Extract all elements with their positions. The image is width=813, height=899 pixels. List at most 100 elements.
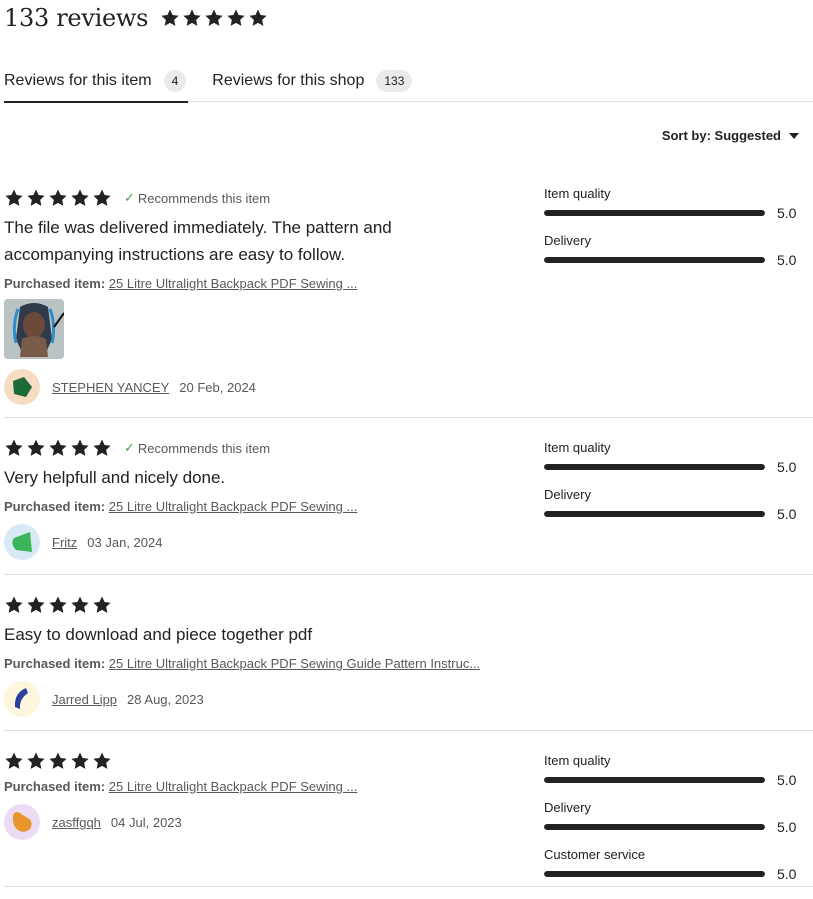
- reviewer-name-link[interactable]: Fritz: [52, 535, 77, 550]
- avatar[interactable]: [4, 369, 40, 405]
- star-icon: [4, 188, 24, 208]
- review-item: Purchased item: 25 Litre Ultralight Back…: [4, 731, 813, 887]
- rating-bar-fill: [544, 464, 765, 470]
- purchased-label: Purchased item:: [4, 499, 106, 514]
- star-icon: [4, 595, 24, 615]
- rating-row: Delivery 5.0: [544, 800, 800, 835]
- star-icon: [70, 595, 90, 615]
- review-item: ✓ Recommends this item Very helpfull and n…: [4, 418, 813, 575]
- purchased-item: Purchased item: 25 Litre Ultralight Back…: [4, 276, 524, 291]
- reviews-tabs: Reviews for this item 4 Reviews for this…: [4, 60, 813, 103]
- sort-dropdown[interactable]: Sort by: Suggested: [662, 128, 799, 143]
- reviewer: Jarred Lipp 28 Aug, 2023: [4, 681, 524, 717]
- star-icon: [182, 8, 202, 28]
- reviewer-name-link[interactable]: Jarred Lipp: [52, 692, 117, 707]
- rating-bar-row: 5.0: [544, 459, 800, 475]
- star-icon: [92, 438, 112, 458]
- reviewer: STEPHEN YANCEY 20 Feb, 2024: [4, 369, 524, 405]
- star-icon: [70, 751, 90, 771]
- rating-value: 5.0: [777, 459, 797, 475]
- tab-reviews-for-item[interactable]: Reviews for this item 4: [4, 60, 189, 103]
- recommends-badge: ✓ Recommends this item: [124, 190, 270, 206]
- rating-row: Delivery 5.0: [544, 487, 800, 522]
- rating-row: Customer service 5.0: [544, 847, 800, 882]
- sort-label: Sort by: Suggested: [661, 128, 781, 143]
- reviewer-name-link[interactable]: STEPHEN YANCEY: [52, 380, 169, 395]
- avatar[interactable]: [4, 524, 40, 560]
- purchased-item-link[interactable]: 25 Litre Ultralight Backpack PDF Sewing …: [109, 779, 358, 794]
- purchased-item: Purchased item: 25 Litre Ultralight Back…: [4, 656, 524, 671]
- review-text: The file was delivered immediately. The …: [4, 218, 392, 264]
- purchased-item-link[interactable]: 25 Litre Ultralight Backpack PDF Sewing …: [109, 656, 480, 671]
- recommends-label: Recommends this item: [137, 190, 271, 206]
- rating-row: Item quality 5.0: [544, 753, 800, 788]
- star-icon: [70, 188, 90, 208]
- rating-row: Delivery 5.0: [544, 233, 800, 268]
- avatar[interactable]: [4, 804, 40, 840]
- rating-bar-row: 5.0: [544, 819, 800, 835]
- star-icon: [204, 8, 224, 28]
- purchased-item-link[interactable]: 25 Litre Ultralight Backpack PDF Sewing …: [109, 499, 358, 514]
- rating-bar: [544, 824, 765, 830]
- purchased-label: Purchased item:: [4, 656, 106, 671]
- rating-bar-fill: [544, 210, 765, 216]
- purchased-item-link[interactable]: 25 Litre Ultralight Backpack PDF Sewing …: [109, 276, 358, 291]
- review-body: ✓ Recommends this item The file was delive…: [4, 188, 524, 405]
- star-icon: [248, 8, 268, 28]
- star-icon: [26, 438, 46, 458]
- overall-rating-stars: [160, 8, 268, 28]
- rating-row: Item quality 5.0: [544, 440, 800, 475]
- review-item: ✓ Recommends this item The file was delive…: [4, 168, 813, 418]
- tab-count-badge: 133: [376, 70, 413, 92]
- tab-label: Reviews for this shop: [212, 72, 365, 89]
- review-stars: ✓ Recommends this item: [4, 188, 524, 208]
- rating-value: 5.0: [777, 772, 797, 788]
- reviewer-name-link[interactable]: zasffgqh: [52, 815, 101, 830]
- review-text: Very helpfull and nicely done.: [4, 468, 226, 487]
- avatar[interactable]: [4, 681, 40, 717]
- rating-value: 5.0: [777, 819, 797, 835]
- star-icon: [26, 595, 46, 615]
- rating-breakdown: Item quality 5.0 Delivery 5.0 Customer servi…: [544, 753, 800, 894]
- caret-down-icon: [789, 132, 799, 139]
- rating-label: Item quality: [544, 753, 611, 768]
- rating-label: Delivery: [544, 233, 591, 248]
- check-icon: ✓: [124, 440, 135, 455]
- rating-bar-fill: [544, 824, 765, 830]
- rating-bar-row: 5.0: [544, 506, 800, 522]
- rating-bar: [544, 210, 765, 216]
- review-body: Purchased item: 25 Litre Ultralight Back…: [4, 751, 524, 840]
- rating-breakdown: Item quality 5.0 Delivery 5.0: [544, 440, 800, 534]
- review-date: 03 Jan, 2024: [87, 534, 163, 550]
- recommends-badge: ✓ Recommends this item: [124, 440, 270, 456]
- star-icon: [26, 751, 46, 771]
- tab-count-badge: 4: [163, 70, 187, 92]
- rating-bar-fill: [544, 871, 765, 877]
- star-icon: [92, 751, 112, 771]
- rating-bar: [544, 257, 765, 263]
- star-icon: [160, 8, 180, 28]
- rating-bar-row: 5.0: [544, 772, 800, 788]
- purchased-label: Purchased item:: [4, 779, 106, 794]
- rating-value: 5.0: [777, 205, 797, 221]
- review-body: Easy to download and piece together pdf P…: [4, 595, 524, 717]
- recommends-label: Recommends this item: [137, 440, 271, 456]
- rating-value: 5.0: [777, 252, 797, 268]
- review-stars: [4, 751, 524, 771]
- rating-bar-fill: [544, 257, 765, 263]
- review-text: Easy to download and piece together pdf: [4, 625, 313, 644]
- rating-value: 5.0: [777, 506, 797, 522]
- rating-bar-fill: [544, 511, 765, 517]
- purchased-label: Purchased item:: [4, 276, 106, 291]
- rating-bar-row: 5.0: [544, 252, 800, 268]
- rating-label: Delivery: [544, 800, 591, 815]
- review-stars: [4, 595, 524, 615]
- tab-label: Reviews for this item: [4, 72, 152, 89]
- review-photo[interactable]: [4, 299, 64, 359]
- review-item: Easy to download and piece together pdf P…: [4, 575, 813, 731]
- purchased-item: Purchased item: 25 Litre Ultralight Back…: [4, 499, 524, 514]
- check-icon: ✓: [124, 190, 135, 205]
- rating-value: 5.0: [777, 866, 797, 882]
- tab-reviews-for-shop[interactable]: Reviews for this shop 133: [212, 60, 414, 102]
- star-icon: [48, 188, 68, 208]
